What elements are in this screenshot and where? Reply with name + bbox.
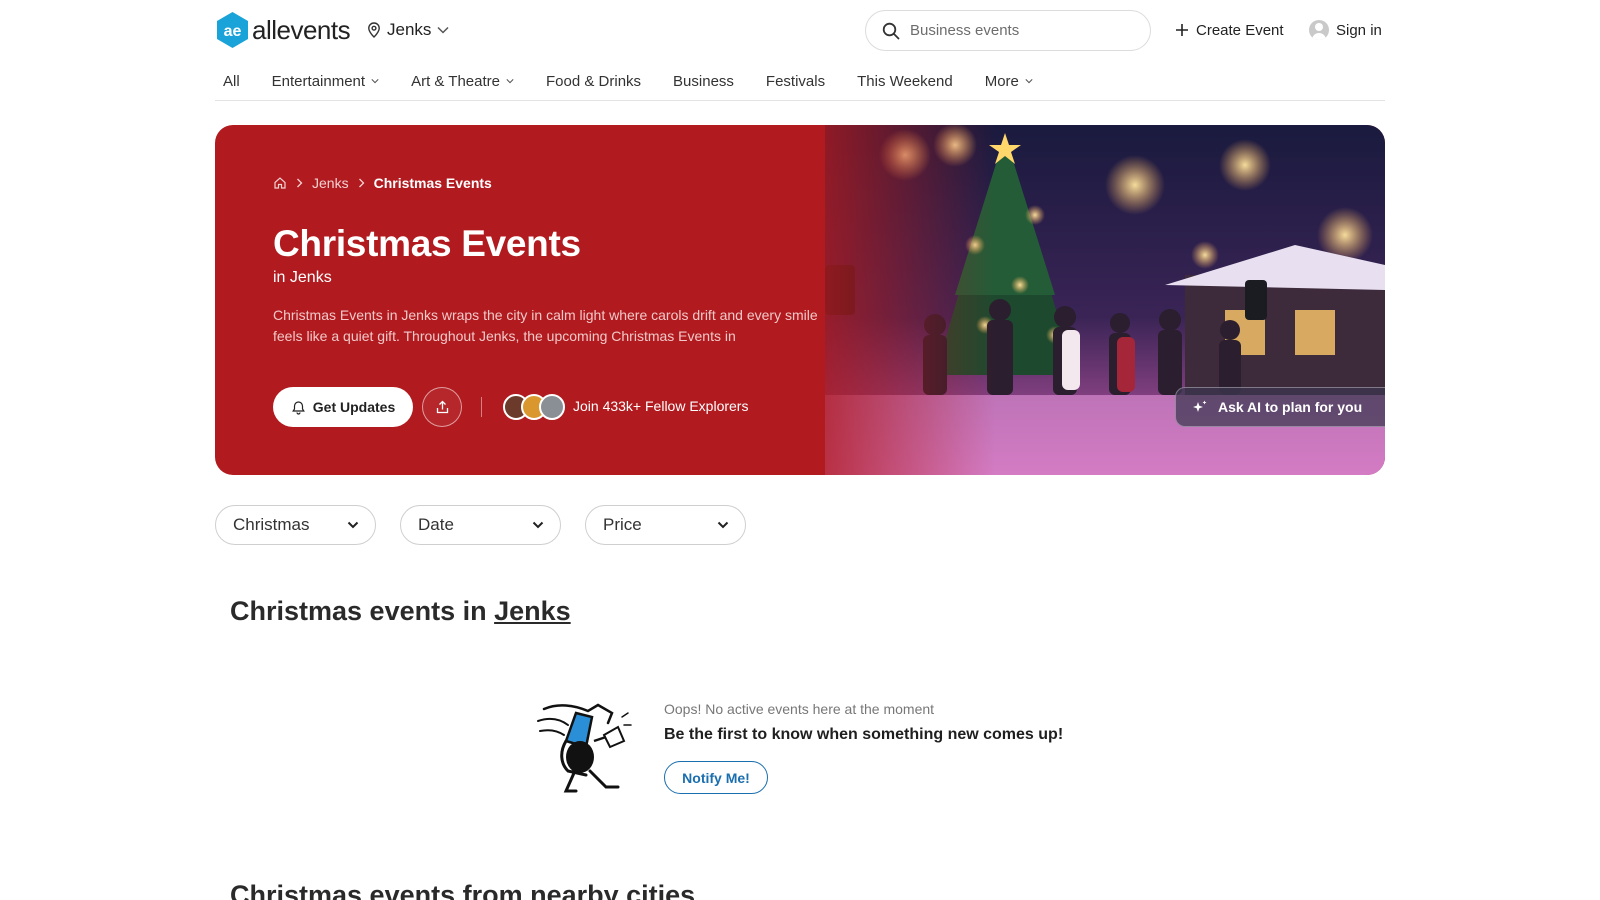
chevron-down-icon xyxy=(506,79,514,84)
nav-item-this-weekend[interactable]: This Weekend xyxy=(857,62,953,92)
explorer-avatars xyxy=(503,394,565,420)
chevron-down-icon xyxy=(532,521,544,529)
hero-banner: Jenks Christmas Events Christmas Events … xyxy=(215,125,1385,475)
allevents-logo[interactable]: ae allevents xyxy=(215,10,351,50)
filter-label: Price xyxy=(603,515,642,534)
nav-item-entertainment[interactable]: Entertainment xyxy=(272,62,379,92)
hero-description: Christmas Events in Jenks wraps the city… xyxy=(273,307,818,344)
search-icon xyxy=(882,22,900,39)
avatar xyxy=(539,394,565,420)
location-label: Jenks xyxy=(387,20,432,39)
category-filter[interactable]: Christmas xyxy=(215,505,376,545)
section-title-prefix: Christmas events in xyxy=(230,596,487,626)
sign-in-button[interactable]: Sign in xyxy=(1309,10,1382,50)
category-nav: All Entertainment Art & Theatre Food & D… xyxy=(215,62,1385,101)
home-icon[interactable] xyxy=(273,176,287,190)
get-updates-button[interactable]: Get Updates xyxy=(273,387,413,427)
filter-label: Date xyxy=(418,515,454,534)
nav-item-festivals[interactable]: Festivals xyxy=(766,62,825,92)
chevron-right-icon xyxy=(358,178,364,188)
breadcrumb: Jenks Christmas Events xyxy=(273,175,492,191)
divider xyxy=(481,397,482,417)
nav-label: Entertainment xyxy=(271,72,366,90)
nav-item-all[interactable]: All xyxy=(223,62,240,92)
sparkle-icon xyxy=(1193,400,1207,412)
share-icon xyxy=(436,400,448,413)
nav-item-food-drinks[interactable]: Food & Drinks xyxy=(546,62,641,92)
nav-item-business[interactable]: Business xyxy=(673,62,734,92)
breadcrumb-jenks[interactable]: Jenks xyxy=(312,175,349,191)
svg-text:ae: ae xyxy=(224,23,242,40)
price-filter[interactable]: Price xyxy=(585,505,746,545)
breadcrumb-current: Christmas Events xyxy=(373,175,492,191)
create-event-button[interactable]: Create Event xyxy=(1175,10,1284,50)
logo-text: allevents xyxy=(252,14,351,45)
empty-state-oops: Oops! No active events here at the momen… xyxy=(664,701,935,717)
notify-me-button[interactable]: Notify Me! xyxy=(664,761,768,794)
hero-gradient-overlay xyxy=(775,125,995,475)
chevron-down-icon xyxy=(717,521,729,529)
search-input[interactable] xyxy=(910,22,1130,39)
chevron-right-icon xyxy=(297,178,303,188)
logo-hexagon-icon: ae xyxy=(217,12,248,48)
chevron-down-icon xyxy=(437,26,449,34)
empty-state-message: Be the first to know when something new … xyxy=(664,726,1064,743)
ask-ai-button[interactable]: Ask AI to plan for you xyxy=(1175,387,1385,427)
page-title: Christmas Events xyxy=(273,223,581,264)
plus-icon xyxy=(1176,24,1188,36)
bell-icon xyxy=(291,400,305,415)
nav-label: This Weekend xyxy=(857,72,953,90)
search-bar[interactable] xyxy=(865,10,1151,51)
empty-state-illustration xyxy=(537,703,632,793)
nearby-cities-title: Christmas events from nearby cities xyxy=(230,880,696,900)
share-button[interactable] xyxy=(422,387,462,427)
filter-label: Christmas xyxy=(233,515,310,534)
chevron-down-icon xyxy=(371,79,379,84)
nav-label: Art & Theatre xyxy=(411,72,500,90)
get-updates-label: Get Updates xyxy=(312,399,396,415)
date-filter[interactable]: Date xyxy=(400,505,561,545)
nav-label: Festivals xyxy=(765,72,826,90)
section-location-link[interactable]: Jenks xyxy=(494,596,571,626)
nav-label: More xyxy=(984,72,1019,90)
chevron-down-icon xyxy=(347,521,359,529)
user-avatar-icon xyxy=(1309,20,1329,40)
nav-item-art-theatre[interactable]: Art & Theatre xyxy=(411,62,514,92)
top-header: ae allevents Jenks Create Event Sign in xyxy=(215,10,1385,51)
nav-label: Business xyxy=(673,72,734,90)
page-subtitle: in Jenks xyxy=(273,269,332,286)
chevron-down-icon xyxy=(1025,79,1033,84)
nav-label: Food & Drinks xyxy=(546,72,642,90)
location-selector[interactable]: Jenks xyxy=(367,10,449,50)
section-title: Christmas events in Jenks xyxy=(230,596,571,627)
create-event-label: Create Event xyxy=(1196,21,1284,39)
nav-item-more[interactable]: More xyxy=(985,62,1033,92)
nav-label: All xyxy=(223,72,240,90)
map-pin-icon xyxy=(368,22,380,38)
explorers-text[interactable]: Join 433k+ Fellow Explorers xyxy=(573,398,748,414)
sign-in-label: Sign in xyxy=(1336,21,1382,39)
ask-ai-label: Ask AI to plan for you xyxy=(1218,399,1363,415)
